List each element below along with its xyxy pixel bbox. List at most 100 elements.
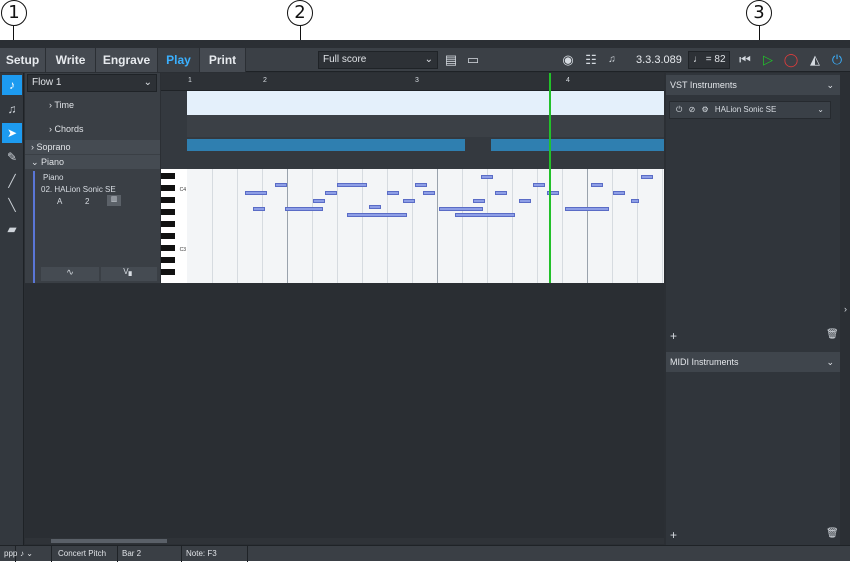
midi-delete-icon[interactable]: 🗑 — [826, 528, 839, 539]
black-key[interactable] — [161, 245, 175, 251]
scrollbar-thumb[interactable] — [51, 539, 167, 543]
vst-slot[interactable]: ⏻ ⊘ ⚙ HALion Sonic SE ⌄ — [669, 101, 831, 119]
midi-note[interactable] — [415, 183, 427, 187]
video-icon[interactable]: ◉ — [557, 49, 579, 71]
midi-icon[interactable]: ♫ — [601, 49, 623, 71]
black-key[interactable] — [161, 173, 175, 179]
horizontal-scrollbar[interactable] — [25, 538, 664, 544]
pointer-icon[interactable]: ➤ — [2, 123, 22, 143]
channel-number[interactable]: 2 — [85, 197, 89, 206]
midi-note[interactable] — [495, 191, 507, 195]
midi-note[interactable] — [337, 183, 367, 187]
mixer-icon[interactable]: ☷ — [580, 49, 602, 71]
midi-note[interactable] — [641, 175, 653, 179]
play-icon[interactable]: ▷ — [757, 49, 779, 71]
soprano-region-2[interactable] — [491, 139, 664, 151]
note-value-icon[interactable]: ♪ ⌄ — [16, 546, 52, 562]
midi-note[interactable] — [285, 207, 323, 211]
bypass-icon[interactable]: ⊘ — [689, 105, 696, 114]
gear-icon[interactable]: ⚙ — [702, 105, 709, 114]
black-key[interactable] — [161, 185, 175, 191]
chevron-down-icon[interactable]: ⌄ — [817, 102, 824, 118]
power-icon[interactable]: ⏻ — [826, 49, 848, 71]
midi-note[interactable] — [313, 199, 325, 203]
rewind-icon[interactable]: ⏮ — [734, 49, 756, 71]
tab-engrave[interactable]: Engrave — [96, 48, 158, 72]
pencil-icon[interactable]: ✎ — [2, 147, 22, 167]
gallery-view-icon[interactable]: ▤ — [440, 49, 462, 71]
vst-panel-header[interactable]: VST Instruments ⌄ — [666, 75, 840, 95]
line-icon[interactable]: ╱ — [2, 171, 22, 191]
callout-2: 2 — [287, 0, 313, 26]
timeline-ruler[interactable]: 1 2 3 4 — [161, 73, 664, 91]
note-grid[interactable] — [187, 169, 664, 283]
grid-line — [387, 169, 388, 283]
page-view-icon[interactable]: ▭ — [462, 49, 484, 71]
vst-panel-title: VST Instruments — [670, 80, 737, 90]
layout-select[interactable]: Full score ⌄ — [318, 51, 438, 69]
status-bar: ppp ♪ ⌄ Concert Pitch Bar 2 Note: F3 — [0, 545, 850, 562]
grid-line — [637, 169, 638, 283]
midi-note[interactable] — [347, 213, 407, 217]
midi-note[interactable] — [325, 191, 337, 195]
black-key[interactable] — [161, 257, 175, 263]
midi-note[interactable] — [565, 207, 609, 211]
track-piano[interactable]: ⌄ Piano — [25, 155, 160, 169]
eraser-icon[interactable]: ▰ — [2, 219, 22, 239]
tab-setup[interactable]: Setup — [0, 48, 46, 72]
midi-note[interactable] — [591, 183, 603, 187]
vst-add-icon[interactable]: + — [670, 329, 677, 343]
black-key[interactable] — [161, 269, 175, 275]
midi-note[interactable] — [423, 191, 435, 195]
tab-write[interactable]: Write — [46, 48, 96, 72]
track-soprano[interactable]: › Soprano — [25, 140, 160, 154]
instrument-device[interactable]: 02. HALion Sonic SE — [41, 185, 116, 194]
midi-panel-header[interactable]: MIDI Instruments ⌄ — [666, 352, 840, 372]
metronome-icon[interactable]: ◭ — [804, 49, 826, 71]
midi-note[interactable] — [533, 183, 545, 187]
black-key[interactable] — [161, 233, 175, 239]
midi-note[interactable] — [245, 191, 267, 195]
black-key[interactable] — [161, 197, 175, 203]
midi-add-icon[interactable]: + — [670, 528, 677, 542]
midi-note[interactable] — [631, 199, 639, 203]
midi-note[interactable] — [253, 207, 265, 211]
velocity-icon[interactable]: ╲ — [2, 195, 22, 215]
flow-select[interactable]: Flow 1 ⌄ — [27, 74, 157, 92]
black-key[interactable] — [161, 221, 175, 227]
keyboard-icon[interactable]: ▥ — [107, 195, 121, 206]
midi-note[interactable] — [455, 213, 515, 217]
midi-note[interactable] — [613, 191, 625, 195]
track-time[interactable]: › Time — [25, 95, 160, 115]
ppp-icon[interactable]: ppp — [0, 546, 17, 562]
soprano-region[interactable] — [187, 139, 465, 151]
velocity-lane-icon[interactable]: V▖ — [101, 267, 157, 281]
piano-keyboard[interactable]: C4 C3 — [161, 169, 187, 283]
power-icon[interactable]: ⏻ — [676, 105, 682, 114]
midi-note[interactable] — [439, 207, 483, 211]
play-mode-icon[interactable]: ♪ — [2, 75, 22, 95]
midi-note[interactable] — [473, 199, 485, 203]
automation-icon[interactable]: ∿ — [41, 267, 99, 281]
tab-play[interactable]: Play — [158, 48, 200, 72]
right-edge-handle[interactable]: › — [841, 73, 850, 545]
key-label-c4: C4 — [179, 187, 186, 193]
midi-note[interactable] — [275, 183, 287, 187]
vst-delete-icon[interactable]: 🗑 — [826, 329, 839, 340]
midi-note[interactable] — [403, 199, 415, 203]
black-key[interactable] — [161, 209, 175, 215]
midi-note[interactable] — [519, 199, 531, 203]
concert-pitch-status[interactable]: Concert Pitch — [54, 546, 118, 562]
record-icon[interactable]: ◯ — [780, 49, 802, 71]
midi-note[interactable] — [481, 175, 493, 179]
tab-print[interactable]: Print — [200, 48, 246, 72]
tempo-display[interactable]: ♩ = 82 — [688, 51, 730, 69]
track-chords[interactable]: › Chords — [25, 119, 160, 139]
note-icon[interactable]: ♫ — [2, 99, 22, 119]
piano-roll-editor[interactable]: C4 C3 — [161, 73, 664, 283]
playhead[interactable] — [549, 73, 551, 283]
track-chords-label: Chords — [54, 124, 84, 134]
midi-note[interactable] — [387, 191, 399, 195]
channel-letter[interactable]: A — [57, 197, 62, 206]
midi-note[interactable] — [369, 205, 381, 209]
